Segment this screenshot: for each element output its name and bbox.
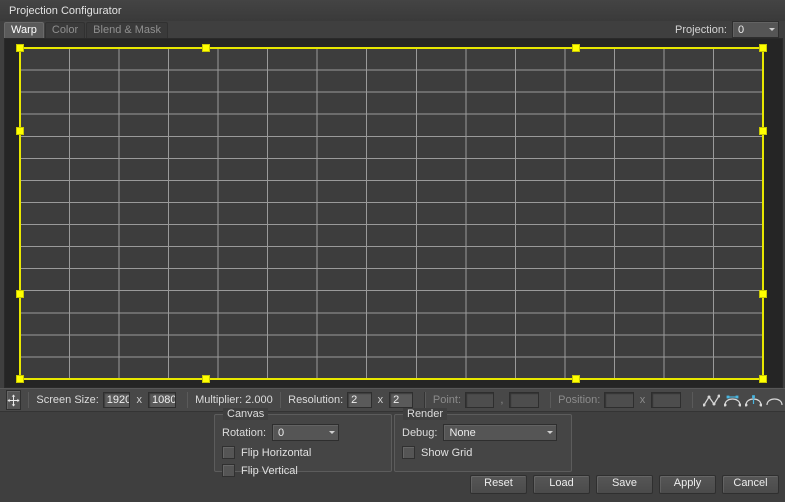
resolution-x-separator: x	[378, 394, 384, 406]
projection-configurator-window: Projection Configurator Warp Color Blend…	[0, 0, 785, 502]
toolbar-separator	[28, 392, 29, 408]
point-label: Point:	[433, 394, 461, 406]
reset-button[interactable]: Reset	[470, 475, 527, 494]
position-y-input[interactable]	[651, 392, 680, 408]
warp-handle-5[interactable]	[760, 128, 767, 135]
render-group-title: Render	[403, 408, 447, 420]
tab-blend-mask[interactable]: Blend & Mask	[86, 22, 168, 38]
projection-label: Projection:	[675, 24, 727, 36]
point-comma-separator: ,	[500, 394, 503, 406]
warp-handle-8[interactable]	[17, 376, 24, 383]
flip-vertical-checkbox[interactable]	[222, 464, 235, 477]
flip-vertical-label: Flip Vertical	[241, 465, 298, 477]
window-title: Projection Configurator	[0, 5, 122, 17]
rotation-dropdown[interactable]: 0	[272, 424, 339, 441]
screen-height-input[interactable]: 1080	[148, 392, 176, 408]
warp-handle-2[interactable]	[573, 45, 580, 52]
projection-dropdown[interactable]: 0	[732, 21, 779, 38]
warp-handle-7[interactable]	[760, 291, 767, 298]
show-grid-label: Show Grid	[421, 447, 472, 459]
warp-handle-4[interactable]	[17, 128, 24, 135]
tab-color[interactable]: Color	[45, 22, 85, 38]
dialog-button-bar: Reset Load Save Apply Cancel	[470, 475, 779, 494]
chevron-down-icon	[327, 426, 336, 439]
chevron-down-icon	[545, 426, 554, 439]
rotation-value: 0	[278, 427, 321, 439]
chevron-down-icon	[767, 23, 776, 36]
toolbar-separator-5	[550, 392, 551, 408]
flip-horizontal-row[interactable]: Flip Horizontal	[222, 446, 391, 459]
warp-handle-11[interactable]	[760, 376, 767, 383]
warp-handle-6[interactable]	[17, 291, 24, 298]
rotation-label: Rotation:	[222, 427, 266, 439]
curve-auto-icon[interactable]	[765, 391, 785, 409]
warp-handle-9[interactable]	[203, 376, 210, 383]
curve-smooth-icon[interactable]	[723, 391, 743, 409]
position-x-separator: x	[640, 394, 646, 406]
warp-grid[interactable]	[5, 39, 782, 387]
show-grid-checkbox[interactable]	[402, 446, 415, 459]
curve-mode-icons	[702, 391, 785, 409]
warp-canvas[interactable]	[4, 38, 783, 388]
screen-size-label: Screen Size:	[36, 394, 98, 406]
multiplier-label: Multiplier: 2.000	[195, 394, 273, 406]
toolbar-separator-6	[692, 392, 693, 408]
flip-horizontal-checkbox[interactable]	[222, 446, 235, 459]
screen-size-x-separator: x	[136, 394, 142, 406]
curve-symmetric-icon[interactable]	[744, 391, 764, 409]
toolbar-separator-4	[424, 392, 425, 408]
render-group: Render Debug: None Show Grid	[394, 414, 572, 472]
point-x-input[interactable]	[465, 392, 494, 408]
warp-handle-1[interactable]	[203, 45, 210, 52]
position-x-input[interactable]	[604, 392, 633, 408]
flip-horizontal-label: Flip Horizontal	[241, 447, 311, 459]
save-button[interactable]: Save	[596, 475, 653, 494]
flip-vertical-row[interactable]: Flip Vertical	[222, 464, 391, 477]
rotation-row: Rotation: 0	[222, 424, 391, 441]
cancel-button[interactable]: Cancel	[722, 475, 779, 494]
position-label: Position:	[558, 394, 600, 406]
debug-dropdown[interactable]: None	[443, 424, 557, 441]
resolution-x-input[interactable]: 2	[347, 392, 371, 408]
projection-value: 0	[738, 24, 761, 36]
warp-handle-10[interactable]	[573, 376, 580, 383]
tab-strip: Warp Color Blend & Mask	[0, 21, 785, 38]
curve-corner-icon[interactable]	[702, 391, 722, 409]
show-grid-row[interactable]: Show Grid	[402, 446, 571, 459]
projection-selector: Projection: 0	[675, 21, 779, 38]
toolbar-separator-2	[187, 392, 188, 408]
screen-width-input[interactable]: 1920	[103, 392, 131, 408]
tab-warp[interactable]: Warp	[4, 22, 44, 38]
load-button[interactable]: Load	[533, 475, 590, 494]
apply-button[interactable]: Apply	[659, 475, 716, 494]
move-cross-icon[interactable]	[6, 390, 21, 410]
debug-value: None	[449, 427, 539, 439]
debug-label: Debug:	[402, 427, 437, 439]
warp-handle-0[interactable]	[17, 45, 24, 52]
canvas-group: Canvas Rotation: 0 Flip Horizontal Flip …	[214, 414, 392, 472]
resolution-label: Resolution:	[288, 394, 343, 406]
point-y-input[interactable]	[509, 392, 538, 408]
debug-row: Debug: None	[402, 424, 571, 441]
canvas-group-title: Canvas	[223, 408, 268, 420]
warp-toolbar: Screen Size: 1920 x 1080 Multiplier: 2.0…	[0, 388, 785, 412]
toolbar-separator-3	[280, 392, 281, 408]
warp-handle-3[interactable]	[760, 45, 767, 52]
window-titlebar: Projection Configurator	[0, 0, 785, 22]
resolution-y-input[interactable]: 2	[389, 392, 413, 408]
